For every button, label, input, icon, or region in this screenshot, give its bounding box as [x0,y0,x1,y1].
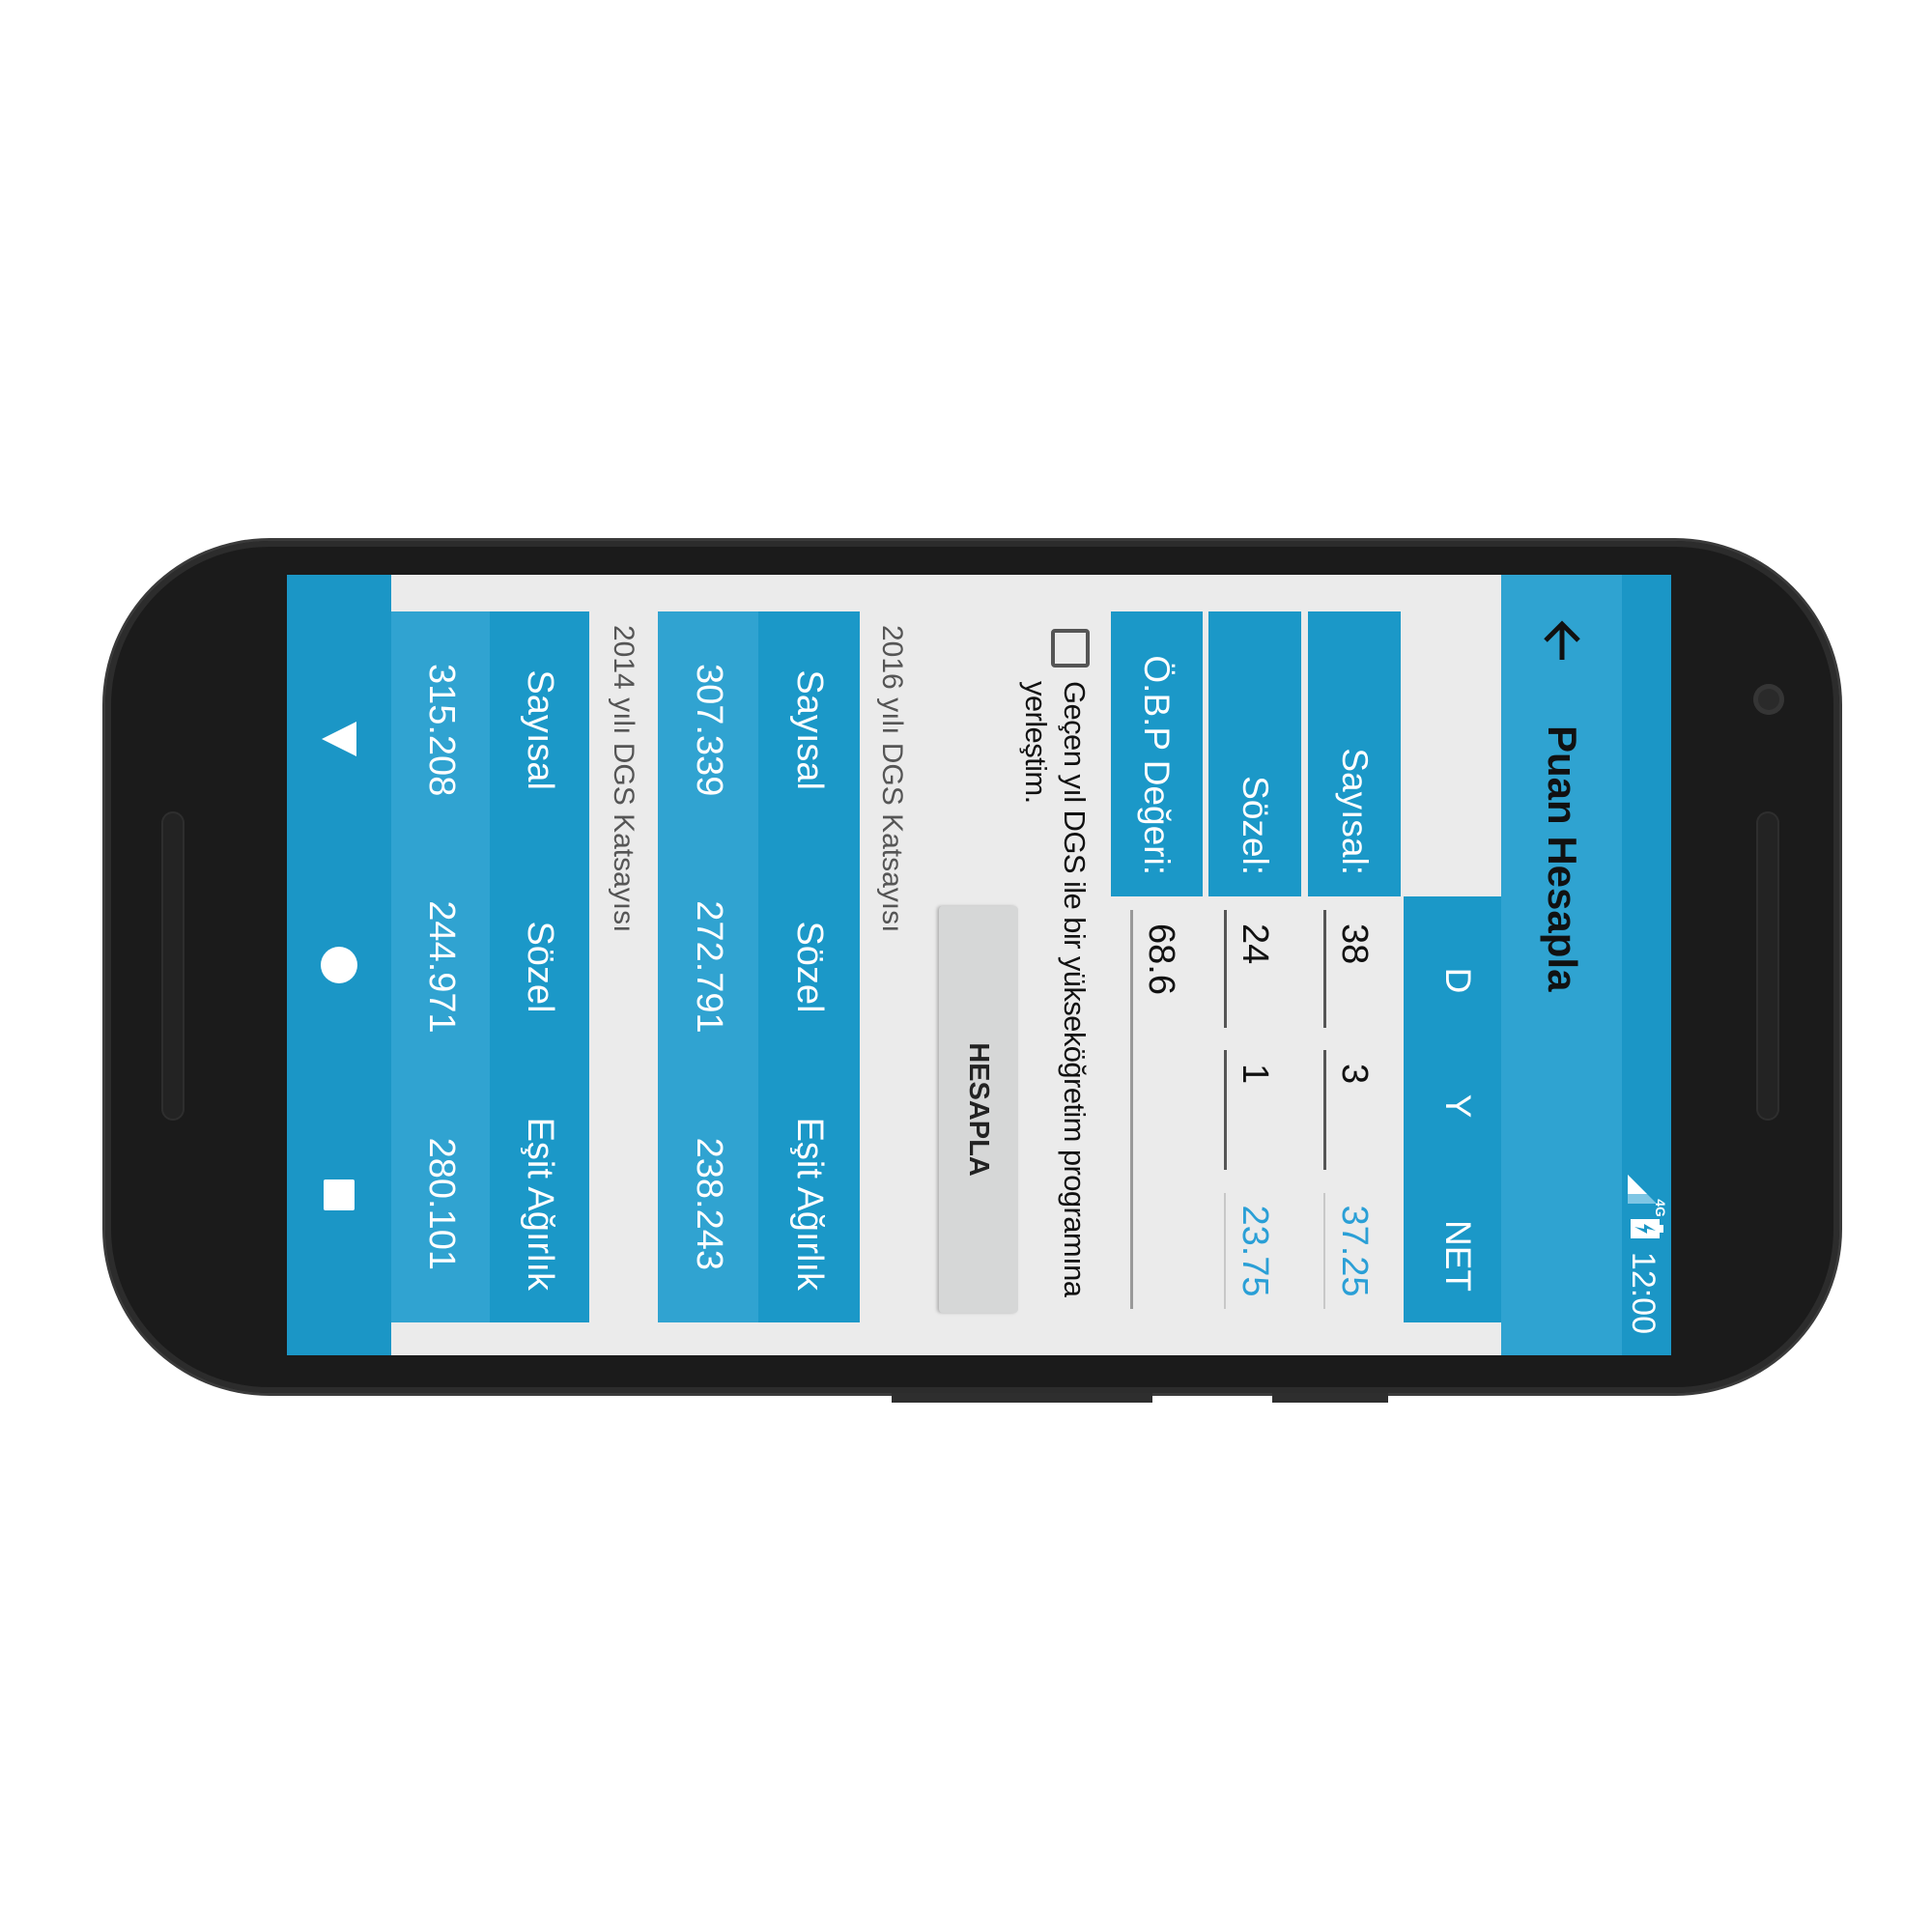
coefficient-table-2016: Sayısal Sözel Eşit Ağırlık 307.339 272.7… [658,611,860,1322]
power-button [1272,1393,1388,1403]
column-header-net: NET [1438,1220,1478,1292]
page-title: Puan Hesapla [1540,725,1585,992]
back-triangle-icon[interactable] [313,718,360,760]
sayisal-net-value: 37.25 [1323,1193,1381,1309]
sayisal-yanlis-input[interactable]: 3 [1323,1050,1381,1170]
column-header-d: D [1438,967,1478,994]
coefficient-table-2014: Sayısal Sözel Eşit Ağırlık 315.208 244.9… [391,611,589,1322]
sozel-dogru-input[interactable]: 24 [1224,910,1282,1028]
coefficient-title-2014: 2014 yılı DGS Katsayısı [608,625,639,933]
table-header: Sayısal [520,669,561,790]
arrow-back-icon[interactable] [1533,613,1591,671]
speaker-grille-left [161,811,185,1121]
column-header-y: Y [1438,1094,1478,1119]
table-header: Sözel [520,921,561,1013]
front-camera [1753,684,1784,715]
placement-checkbox-label[interactable]: Geçen yıl DGS ile bir yükseköğretim prog… [1016,681,1094,1338]
table-cell: 307.339 [688,663,729,797]
obp-input[interactable]: 68.6 [1130,910,1188,1309]
table-cell: 280.101 [420,1137,462,1270]
coefficient-title-2016: 2016 yılı DGS Katsayısı [876,625,908,933]
clock: 12:00 [1625,1251,1662,1334]
volume-button [892,1393,1152,1403]
home-circle-icon[interactable] [313,944,360,986]
network-type: 4G [1653,1199,1669,1217]
table-cell: 272.791 [688,900,729,1034]
signal-icon: 4G [1627,1173,1669,1217]
sozel-net-value: 23.75 [1224,1193,1282,1309]
row-label-obp: Ö.B.P Değeri: [1111,611,1203,896]
toolbar: Puan Hesapla [1501,575,1622,1355]
sozel-yanlis-input[interactable]: 1 [1224,1050,1282,1170]
battery-charging-icon [1622,1218,1663,1238]
table-header: Eşit Ağırlık [789,1117,831,1292]
sayisal-dogru-input[interactable]: 38 [1323,910,1381,1028]
table-cell: 315.208 [420,663,462,797]
table-header: Sayısal [789,669,831,790]
placement-checkbox[interactable] [1051,629,1090,668]
navigation-bar [287,575,391,1355]
table-header: Sözel [789,921,831,1013]
table-cell: 238.243 [688,1137,729,1270]
status-bar: 4G 12:00 [1622,575,1671,1355]
app-screen: 4G 12:00 Puan Hesapla D Y NET Sayısal: S… [287,575,1671,1355]
row-label-sayisal: Sayısal: [1308,611,1401,896]
table-cell: 244.971 [420,900,462,1034]
table-header: Eşit Ağırlık [520,1117,561,1292]
speaker-grille-right [1756,811,1779,1121]
hesapla-button[interactable]: HESAPLA [939,906,1018,1313]
row-label-sozel: Sözel: [1208,611,1301,896]
recents-square-icon[interactable] [313,1174,360,1216]
